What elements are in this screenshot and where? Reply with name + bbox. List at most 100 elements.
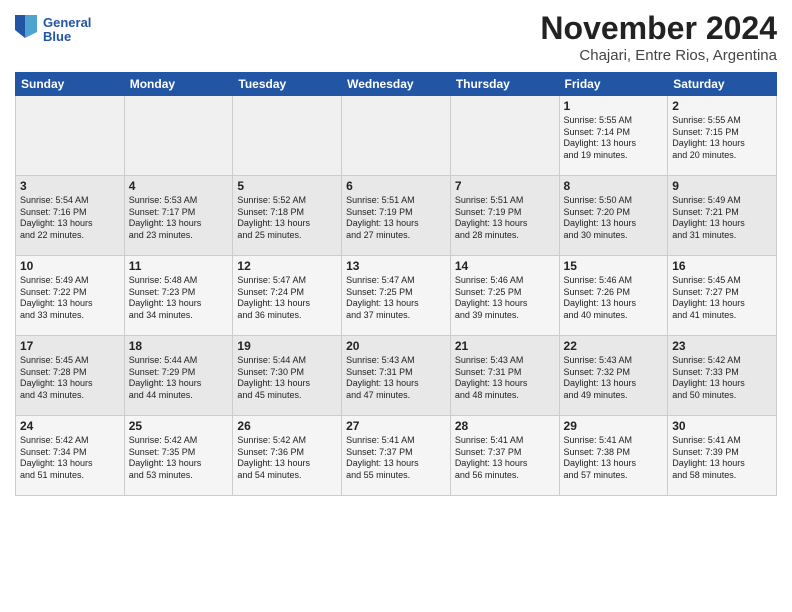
day-number: 5 — [237, 179, 337, 193]
day-info: Sunrise: 5:42 AM Sunset: 7:33 PM Dayligh… — [672, 355, 772, 402]
day-info: Sunrise: 5:43 AM Sunset: 7:32 PM Dayligh… — [564, 355, 664, 402]
day-info: Sunrise: 5:43 AM Sunset: 7:31 PM Dayligh… — [346, 355, 446, 402]
month-title: November 2024 — [540, 10, 777, 47]
cell-3-6: 23 Sunrise: 5:42 AM Sunset: 7:33 PM Dayli… — [668, 336, 777, 416]
day-info: Sunrise: 5:46 AM Sunset: 7:26 PM Dayligh… — [564, 275, 664, 322]
day-number: 25 — [129, 419, 229, 433]
cell-4-3: 27 Sunrise: 5:41 AM Sunset: 7:37 PM Dayli… — [342, 416, 451, 496]
cell-3-2: 19 Sunrise: 5:44 AM Sunset: 7:30 PM Dayli… — [233, 336, 342, 416]
cell-2-4: 14 Sunrise: 5:46 AM Sunset: 7:25 PM Dayli… — [450, 256, 559, 336]
cell-3-5: 22 Sunrise: 5:43 AM Sunset: 7:32 PM Dayli… — [559, 336, 668, 416]
day-number: 27 — [346, 419, 446, 433]
location: Chajari, Entre Rios, Argentina — [540, 47, 777, 64]
day-number: 2 — [672, 99, 772, 113]
header-monday: Monday — [124, 73, 233, 96]
week-row-0: 1Sunrise: 5:55 AM Sunset: 7:14 PM Daylig… — [16, 96, 777, 176]
day-number: 24 — [20, 419, 120, 433]
day-info: Sunrise: 5:55 AM Sunset: 7:15 PM Dayligh… — [672, 115, 772, 162]
cell-3-3: 20 Sunrise: 5:43 AM Sunset: 7:31 PM Dayli… — [342, 336, 451, 416]
cell-1-0: 3 Sunrise: 5:54 AM Sunset: 7:16 PM Daylig… — [16, 176, 125, 256]
header-friday: Friday — [559, 73, 668, 96]
day-info: Sunrise: 5:46 AM Sunset: 7:25 PM Dayligh… — [455, 275, 555, 322]
header-tuesday: Tuesday — [233, 73, 342, 96]
header-sunday: Sunday — [16, 73, 125, 96]
day-info: Sunrise: 5:55 AM Sunset: 7:14 PM Dayligh… — [564, 115, 664, 162]
cell-3-1: 18Sunrise: 5:44 AM Sunset: 7:29 PM Dayli… — [124, 336, 233, 416]
header-wednesday: Wednesday — [342, 73, 451, 96]
cell-2-3: 13Sunrise: 5:47 AM Sunset: 7:25 PM Dayli… — [342, 256, 451, 336]
header-thursday: Thursday — [450, 73, 559, 96]
cell-1-1: 4 Sunrise: 5:53 AM Sunset: 7:17 PM Daylig… — [124, 176, 233, 256]
day-info: Sunrise: 5:41 AM Sunset: 7:39 PM Dayligh… — [672, 435, 772, 482]
day-number: 30 — [672, 419, 772, 433]
cell-1-2: 5 Sunrise: 5:52 AM Sunset: 7:18 PM Daylig… — [233, 176, 342, 256]
day-number: 13 — [346, 259, 446, 273]
cell-3-4: 21 Sunrise: 5:43 AM Sunset: 7:31 PM Dayli… — [450, 336, 559, 416]
cell-4-1: 25 Sunrise: 5:42 AM Sunset: 7:35 PM Dayli… — [124, 416, 233, 496]
day-info: Sunrise: 5:43 AM Sunset: 7:31 PM Dayligh… — [455, 355, 555, 402]
day-info: Sunrise: 5:44 AM Sunset: 7:30 PM Dayligh… — [237, 355, 337, 402]
day-number: 12 — [237, 259, 337, 273]
day-info: Sunrise: 5:54 AM Sunset: 7:16 PM Dayligh… — [20, 195, 120, 242]
day-number: 14 — [455, 259, 555, 273]
day-number: 19 — [237, 339, 337, 353]
day-info: Sunrise: 5:45 AM Sunset: 7:27 PM Dayligh… — [672, 275, 772, 322]
day-number: 10 — [20, 259, 120, 273]
day-number: 23 — [672, 339, 772, 353]
page-container: GeneralBlue November 2024 Chajari, Entre… — [0, 0, 792, 612]
day-info: Sunrise: 5:41 AM Sunset: 7:38 PM Dayligh… — [564, 435, 664, 482]
cell-1-5: 8 Sunrise: 5:50 AM Sunset: 7:20 PM Daylig… — [559, 176, 668, 256]
day-number: 21 — [455, 339, 555, 353]
cell-4-5: 29 Sunrise: 5:41 AM Sunset: 7:38 PM Dayli… — [559, 416, 668, 496]
svg-text:General: General — [43, 15, 91, 30]
week-row-2: 10Sunrise: 5:49 AM Sunset: 7:22 PM Dayli… — [16, 256, 777, 336]
day-number: 8 — [564, 179, 664, 193]
day-number: 28 — [455, 419, 555, 433]
header-row: Sunday Monday Tuesday Wednesday Thursday… — [16, 73, 777, 96]
day-number: 16 — [672, 259, 772, 273]
day-number: 7 — [455, 179, 555, 193]
cell-1-3: 6Sunrise: 5:51 AM Sunset: 7:19 PM Daylig… — [342, 176, 451, 256]
cell-4-6: 30 Sunrise: 5:41 AM Sunset: 7:39 PM Dayli… — [668, 416, 777, 496]
cell-3-0: 17Sunrise: 5:45 AM Sunset: 7:28 PM Dayli… — [16, 336, 125, 416]
day-number: 15 — [564, 259, 664, 273]
cell-4-0: 24 Sunrise: 5:42 AM Sunset: 7:34 PM Dayli… — [16, 416, 125, 496]
day-number: 20 — [346, 339, 446, 353]
week-row-4: 24 Sunrise: 5:42 AM Sunset: 7:34 PM Dayli… — [16, 416, 777, 496]
cell-2-1: 11Sunrise: 5:48 AM Sunset: 7:23 PM Dayli… — [124, 256, 233, 336]
day-number: 18 — [129, 339, 229, 353]
calendar-body: 1Sunrise: 5:55 AM Sunset: 7:14 PM Daylig… — [16, 96, 777, 496]
day-info: Sunrise: 5:42 AM Sunset: 7:34 PM Dayligh… — [20, 435, 120, 482]
header-saturday: Saturday — [668, 73, 777, 96]
header: GeneralBlue November 2024 Chajari, Entre… — [15, 10, 777, 64]
day-info: Sunrise: 5:50 AM Sunset: 7:20 PM Dayligh… — [564, 195, 664, 242]
day-number: 3 — [20, 179, 120, 193]
cell-0-2 — [233, 96, 342, 176]
day-number: 29 — [564, 419, 664, 433]
day-info: Sunrise: 5:41 AM Sunset: 7:37 PM Dayligh… — [455, 435, 555, 482]
cell-0-6: 2 Sunrise: 5:55 AM Sunset: 7:15 PM Daylig… — [668, 96, 777, 176]
day-info: Sunrise: 5:42 AM Sunset: 7:35 PM Dayligh… — [129, 435, 229, 482]
day-number: 9 — [672, 179, 772, 193]
day-info: Sunrise: 5:51 AM Sunset: 7:19 PM Dayligh… — [346, 195, 446, 242]
cell-0-0 — [16, 96, 125, 176]
cell-0-4 — [450, 96, 559, 176]
calendar-table: Sunday Monday Tuesday Wednesday Thursday… — [15, 72, 777, 496]
cell-2-0: 10Sunrise: 5:49 AM Sunset: 7:22 PM Dayli… — [16, 256, 125, 336]
day-info: Sunrise: 5:41 AM Sunset: 7:37 PM Dayligh… — [346, 435, 446, 482]
day-info: Sunrise: 5:52 AM Sunset: 7:18 PM Dayligh… — [237, 195, 337, 242]
day-number: 11 — [129, 259, 229, 273]
day-info: Sunrise: 5:53 AM Sunset: 7:17 PM Dayligh… — [129, 195, 229, 242]
cell-4-4: 28 Sunrise: 5:41 AM Sunset: 7:37 PM Dayli… — [450, 416, 559, 496]
cell-1-6: 9Sunrise: 5:49 AM Sunset: 7:21 PM Daylig… — [668, 176, 777, 256]
cell-4-2: 26Sunrise: 5:42 AM Sunset: 7:36 PM Dayli… — [233, 416, 342, 496]
day-number: 4 — [129, 179, 229, 193]
cell-0-3 — [342, 96, 451, 176]
day-number: 26 — [237, 419, 337, 433]
cell-0-1 — [124, 96, 233, 176]
logo: GeneralBlue — [15, 10, 95, 50]
day-number: 22 — [564, 339, 664, 353]
day-number: 17 — [20, 339, 120, 353]
svg-text:Blue: Blue — [43, 29, 71, 44]
day-info: Sunrise: 5:47 AM Sunset: 7:24 PM Dayligh… — [237, 275, 337, 322]
